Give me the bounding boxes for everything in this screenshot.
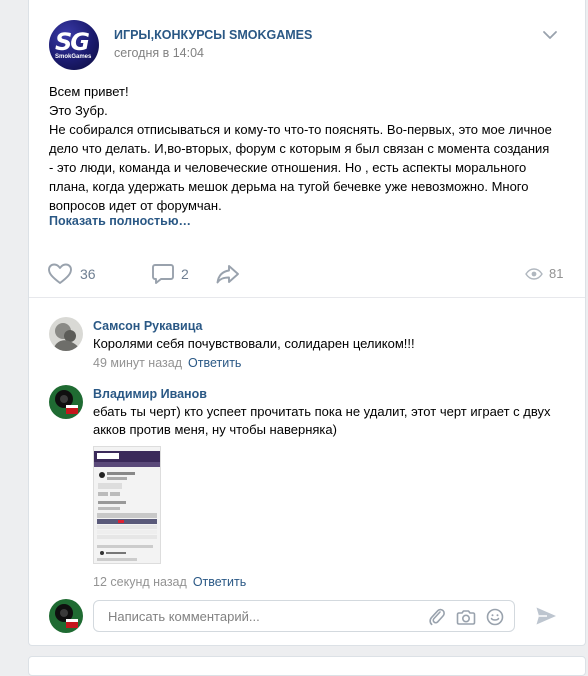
comment-meta: 49 минут назад Ответить [93,355,241,370]
avatar [49,599,83,633]
post-text-line: дело что делать. И,во-вторых, форум с ко… [49,141,550,156]
comment-count: 2 [181,266,189,282]
paperclip-icon[interactable] [428,608,446,626]
group-avatar[interactable]: SG SmokGames [49,20,99,70]
views-counter: 81 [525,266,563,281]
comment-icon [152,264,174,284]
comment-button[interactable]: 2 [151,262,189,286]
smile-icon[interactable] [486,608,504,626]
divider [29,297,585,298]
avatar-image [49,385,83,419]
comment-input[interactable] [106,601,430,631]
avatar[interactable] [49,385,83,419]
next-post-card [28,656,586,676]
post-time[interactable]: сегодня в 14:04 [114,46,204,60]
comment-time[interactable]: 49 минут назад [93,356,182,370]
group-name[interactable]: ИГРЫ,КОНКУРСЫ SMOKGAMES [114,28,312,42]
send-icon[interactable] [535,606,557,626]
avatar[interactable] [49,317,83,351]
camera-icon[interactable] [456,608,476,626]
share-button[interactable] [215,262,241,286]
post-text-line: Всем привет! [49,84,129,99]
comment-author[interactable]: Владимир Иванов [93,387,207,401]
heart-icon [48,263,72,284]
eye-icon [525,267,543,280]
post-text: Всем привет! Это Зубр. Не собирался отпи… [49,82,569,215]
comment-time[interactable]: 12 секунд назад [93,575,187,589]
post-text-line: плана, когда удержать мешок дерьма на ту… [49,179,529,194]
comment-text: Королями себя почувствовали, солидарен ц… [93,336,415,351]
comment-text-line: ебать ты черт) кто успеет прочитать пока… [93,404,551,419]
comment-author[interactable]: Самсон Рукавица [93,319,202,333]
post-text-line: вопросов идет от форумчан. [49,198,222,213]
comment-text: ебать ты черт) кто успеет прочитать пока… [93,403,550,439]
comment-input-box[interactable] [93,600,515,632]
group-logo-subtext: SmokGames [55,54,92,60]
post-card: SG SmokGames ИГРЫ,КОНКУРСЫ SMOKGAMES сег… [28,0,586,646]
comment-attachment-image[interactable] [93,446,161,564]
chevron-down-icon[interactable] [542,30,558,40]
comment-meta: 12 секунд назад Ответить [93,574,246,589]
comment-text-line: акков против меня, ну чтобы наверняка) [93,422,337,437]
reply-link[interactable]: Ответить [193,575,246,589]
post-text-line: Это Зубр. [49,103,108,118]
screenshot-thumbnail [94,447,160,563]
like-button[interactable]: 36 [47,262,96,286]
share-icon [216,265,239,284]
group-logo: SG [55,28,90,56]
show-more-link[interactable]: Показать полностью… [49,214,191,228]
views-count: 81 [549,266,564,281]
like-count: 36 [80,266,96,282]
avatar-image [49,317,83,351]
avatar-image [49,599,83,633]
post-text-line: - это люди, команда и человеческие отнош… [49,160,527,175]
post-text-line: Не собирался отписываться и кому-то что-… [49,122,552,137]
input-icons [428,608,504,626]
reply-link[interactable]: Ответить [188,356,241,370]
